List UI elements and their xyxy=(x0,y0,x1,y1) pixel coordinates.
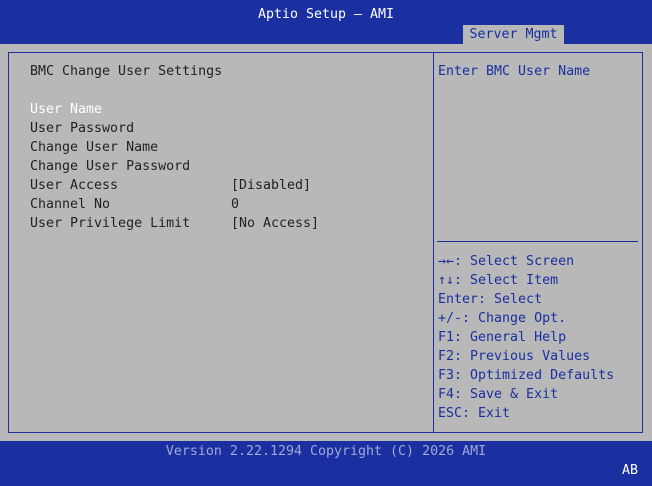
channel-no-value: 0 xyxy=(231,197,240,212)
help-divider xyxy=(437,241,638,242)
menu-item-user-name[interactable]: User Name xyxy=(30,101,102,119)
help-key-save-exit: F4: Save & Exit xyxy=(438,387,559,402)
version-footer: Version 2.22.1294 Copyright (C) 2026 AMI xyxy=(165,444,487,459)
section-heading: BMC Change User Settings xyxy=(30,64,223,79)
help-key-enter: Enter: Select xyxy=(438,292,543,307)
window-title: Aptio Setup – AMI xyxy=(257,7,395,22)
help-key-general-help: F1: General Help xyxy=(438,330,567,345)
help-key-previous-values: F2: Previous Values xyxy=(438,349,591,364)
menu-item-change-user-name[interactable]: Change User Name xyxy=(30,139,158,157)
user-access-value[interactable]: [Disabled] xyxy=(231,177,311,195)
help-key-change-opt: +/-: Change Opt. xyxy=(438,311,567,326)
menu-item-channel-no: Channel No xyxy=(30,197,111,212)
help-key-select-screen: →←: Select Screen xyxy=(438,254,575,269)
user-privilege-limit-value[interactable]: [No Access] xyxy=(231,215,319,233)
menu-item-user-privilege-limit[interactable]: User Privilege Limit xyxy=(30,215,190,233)
menu-item-user-access[interactable]: User Access xyxy=(30,177,118,195)
menu-item-user-password[interactable]: User Password xyxy=(30,120,134,138)
help-key-select-item: ↑↓: Select Item xyxy=(438,273,559,288)
help-key-esc-exit: ESC: Exit xyxy=(438,406,511,421)
menu-item-change-user-password[interactable]: Change User Password xyxy=(30,158,190,176)
panel-divider xyxy=(433,52,434,433)
help-description: Enter BMC User Name xyxy=(438,64,591,79)
status-badge: AB xyxy=(622,463,639,478)
help-key-optimized-defaults: F3: Optimized Defaults xyxy=(438,368,615,383)
tab-server-mgmt[interactable]: Server Mgmt xyxy=(463,25,564,44)
